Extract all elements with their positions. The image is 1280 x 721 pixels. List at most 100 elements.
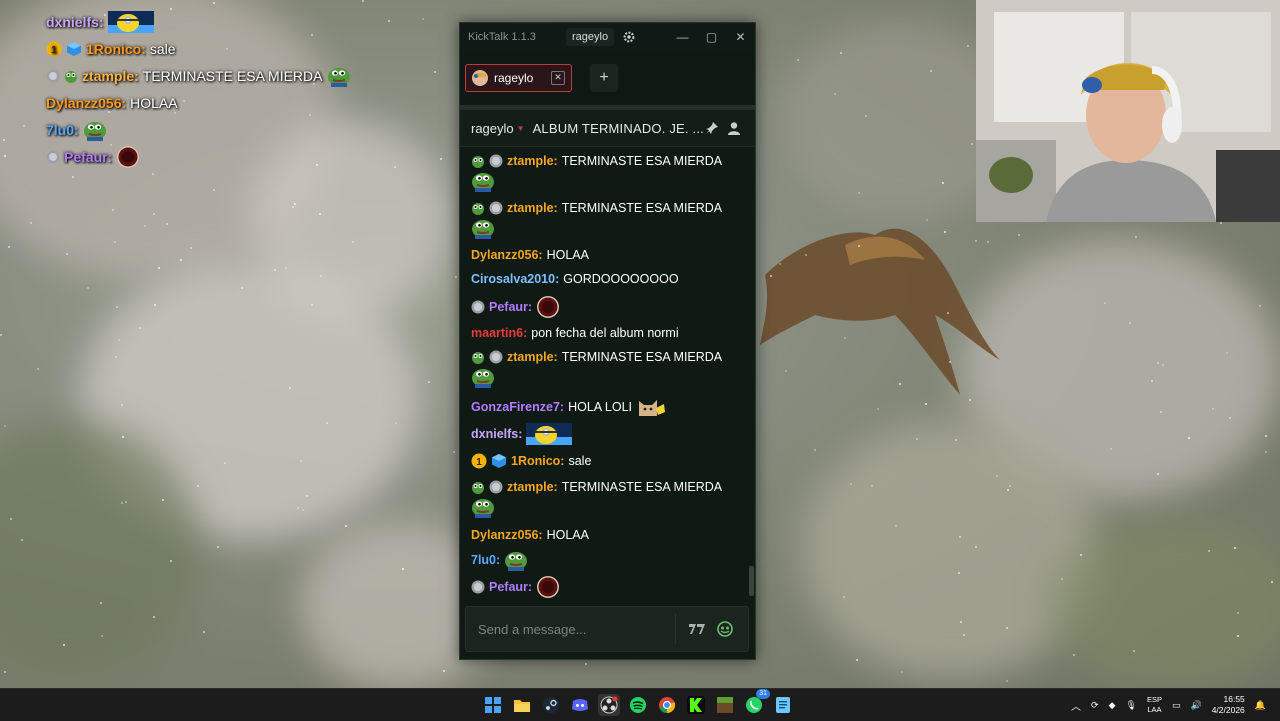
overlay-chat-line: 7lu0: xyxy=(46,116,366,143)
settings-gear-icon[interactable] xyxy=(622,30,636,44)
chat-username[interactable]: ztample: xyxy=(507,153,558,169)
subscriber-badge-icon xyxy=(471,580,485,594)
chat-message[interactable]: Dylanzz056: HOLAA xyxy=(471,527,741,543)
chat-message-text: HOLAA xyxy=(546,248,589,262)
chat-username[interactable]: dxnielfs: xyxy=(471,426,522,442)
snowflake xyxy=(402,568,404,570)
chat-message-text: TERMINASTE ESA MIERDA xyxy=(561,201,723,215)
chat-message[interactable]: ztample: TERMINASTE ESA MIERDA xyxy=(471,349,741,392)
notification-icon[interactable]: 🔔 xyxy=(1255,700,1266,711)
clock[interactable]: 16:55 4/2/2026 xyxy=(1212,694,1245,716)
chat-message[interactable]: ztample: TERMINASTE ESA MIERDA xyxy=(471,153,741,196)
scroll-thumb[interactable] xyxy=(749,566,754,596)
chat-username[interactable]: Pefaur: xyxy=(489,579,532,595)
chat-message[interactable]: Cirosalva2010: GORDOOOOOOOO xyxy=(471,271,741,287)
chat-username[interactable]: 7lu0: xyxy=(471,552,500,568)
snowflake xyxy=(960,621,962,623)
snowflake xyxy=(154,304,156,306)
volume-icon[interactable]: 🔊 xyxy=(1190,700,1201,711)
snowflake xyxy=(362,0,364,2)
whatsapp-icon[interactable]: 31 xyxy=(743,689,770,716)
snowflake xyxy=(217,546,219,548)
chat-username[interactable]: Cirosalva2010: xyxy=(471,271,559,287)
chat-username[interactable]: ztample: xyxy=(507,479,558,495)
tab-close-icon[interactable]: ✕ xyxy=(551,71,565,85)
chat-message[interactable]: ztample: TERMINASTE ESA MIERDA xyxy=(471,479,741,522)
snowflake xyxy=(311,304,313,306)
chat-message[interactable]: GonzaFirenze7: HOLA LOLI xyxy=(471,396,741,418)
chat-username[interactable]: ztample: xyxy=(507,349,558,365)
7tv-emote-icon[interactable] xyxy=(688,622,706,636)
discord-icon[interactable] xyxy=(569,694,591,716)
snowflake xyxy=(144,225,146,227)
channel-name[interactable]: rageylo xyxy=(471,121,514,136)
defender-icon[interactable]: ◆ xyxy=(1109,700,1116,711)
snowflake xyxy=(4,671,6,673)
chat-message[interactable]: ztample: TERMINASTE ESA MIERDA xyxy=(471,200,741,243)
chat-username[interactable]: Pefaur: xyxy=(489,299,532,315)
snowflake xyxy=(840,52,842,54)
kick-icon[interactable] xyxy=(685,694,707,716)
chat-scrollbar[interactable] xyxy=(748,151,754,603)
stream-chat-overlay: dxnielfs: 1 1Ronico: sale ztample: TERMINASTE… xyxy=(46,8,366,170)
snowflake xyxy=(345,525,347,527)
notepad-icon[interactable] xyxy=(772,694,794,716)
pepe-badge-icon xyxy=(472,156,484,168)
snowflake xyxy=(797,59,799,61)
sync-icon[interactable]: ⟳ xyxy=(1091,700,1099,711)
snowflake xyxy=(805,254,807,256)
snowflake xyxy=(963,634,965,636)
snowflake xyxy=(1220,222,1222,224)
chat-message[interactable]: maartin6: pon fecha del album normi xyxy=(471,325,741,341)
snowflake xyxy=(947,312,949,314)
svg-text:1: 1 xyxy=(51,45,57,56)
chat-username[interactable]: Dylanzz056: xyxy=(471,247,543,263)
chevron-up-icon[interactable]: ︿ xyxy=(1071,698,1081,713)
obs-icon[interactable] xyxy=(598,694,620,716)
kick-emote-icon[interactable] xyxy=(716,620,734,638)
snowflake xyxy=(1080,554,1082,556)
chevron-down-icon[interactable]: ▼ xyxy=(517,124,525,133)
subscriber-badge-icon xyxy=(489,480,503,494)
windows-start-icon[interactable] xyxy=(482,694,504,716)
chat-message[interactable]: Pefaur: xyxy=(471,575,741,599)
snowflake xyxy=(63,644,65,646)
language-indicator[interactable]: ESP LAA xyxy=(1147,695,1162,715)
maximize-button[interactable]: ▢ xyxy=(697,30,726,44)
snowflake xyxy=(585,663,587,665)
snowflake xyxy=(1135,236,1137,238)
user-icon[interactable] xyxy=(727,121,741,135)
minecraft-icon[interactable] xyxy=(714,694,736,716)
tab-rageylo[interactable]: rageylo ✕ xyxy=(465,64,572,92)
chat-username[interactable]: GonzaFirenze7: xyxy=(471,399,564,415)
snowflake xyxy=(895,525,897,527)
display-icon[interactable]: ▭ xyxy=(1172,700,1181,711)
spotify-icon[interactable] xyxy=(627,694,649,716)
snowflake xyxy=(274,269,276,271)
mic-icon[interactable]: 🎙 xyxy=(1126,700,1137,711)
snowflake xyxy=(1157,473,1159,475)
chat-username[interactable]: Dylanzz056: xyxy=(471,527,543,543)
chat-username[interactable]: maartin6: xyxy=(471,325,527,341)
chrome-icon[interactable] xyxy=(656,694,678,716)
chat-username[interactable]: ztample: xyxy=(507,200,558,216)
snowflake xyxy=(153,213,155,215)
logged-user[interactable]: rageylo xyxy=(566,28,615,46)
snowflake xyxy=(975,546,977,548)
chat-username[interactable]: 1Ronico: xyxy=(511,453,564,469)
steam-icon[interactable] xyxy=(540,694,562,716)
chat-message[interactable]: Pefaur: xyxy=(471,295,741,319)
snowflake xyxy=(834,93,836,95)
snowflake xyxy=(942,182,944,184)
minimize-button[interactable]: — xyxy=(668,30,697,44)
chat-message[interactable]: Dylanzz056: HOLAA xyxy=(471,247,741,263)
chat-message[interactable]: 1 1Ronico: sale xyxy=(471,453,741,469)
add-tab-button[interactable]: + xyxy=(590,64,618,92)
snowflake xyxy=(395,422,397,424)
file-explorer-icon[interactable] xyxy=(511,694,533,716)
chat-message[interactable]: dxnielfs: xyxy=(471,423,741,445)
pin-icon[interactable] xyxy=(705,121,719,135)
message-input[interactable] xyxy=(466,620,670,638)
close-window-button[interactable]: ✕ xyxy=(726,30,755,44)
chat-message[interactable]: 7lu0: xyxy=(471,549,741,571)
